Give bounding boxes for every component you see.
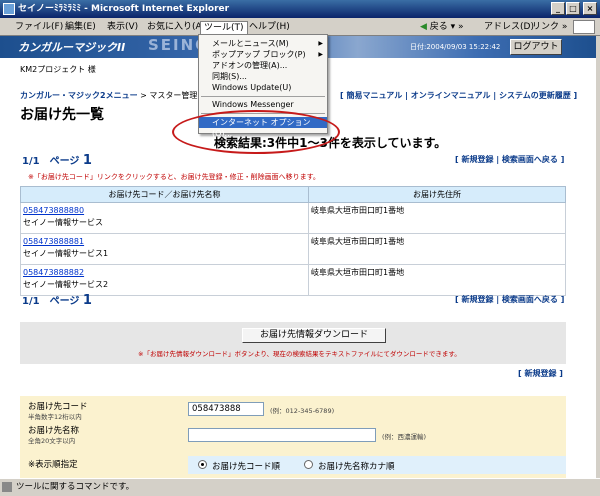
minimize-button[interactable]: _ bbox=[551, 2, 565, 15]
scrollbar[interactable] bbox=[596, 36, 600, 478]
delivery-table: お届け先コード／お届け先名称 お届け先住所 058473888880 セイノー情報… bbox=[20, 186, 566, 296]
menu-separator bbox=[201, 96, 325, 97]
submenu-arrow-icon: ▶ bbox=[318, 40, 323, 47]
name-input[interactable] bbox=[188, 428, 376, 442]
delivery-code-link[interactable]: 058473888881 bbox=[23, 237, 84, 246]
menu-windows-update[interactable]: Windows Update(U) bbox=[199, 82, 327, 93]
menu-favorites[interactable]: お気に入り(A) bbox=[144, 21, 208, 34]
sort-by-kana-radio[interactable] bbox=[304, 460, 313, 469]
sort-options: お届け先コード順 お届け先名称カナ順 bbox=[188, 456, 566, 474]
register-search-links-bottom[interactable]: [ 新規登録 | 検索画面へ戻る ] bbox=[455, 294, 564, 305]
logout-button[interactable]: ログアウト bbox=[510, 39, 562, 55]
back-arrow-icon: ◀ bbox=[420, 22, 427, 32]
menu-tools[interactable]: ツール(T) bbox=[200, 21, 248, 34]
code-hint: 半角数字12桁以内 bbox=[28, 413, 82, 421]
download-button[interactable]: お届け先情報ダウンロード bbox=[242, 328, 386, 343]
company-name: KM2プロジェクト 様 bbox=[20, 65, 96, 74]
status-bar: ツールに関するコマンドです。 bbox=[0, 478, 600, 496]
address-label[interactable]: アドレス(D) bbox=[484, 20, 534, 34]
highlight-ellipse bbox=[172, 110, 340, 154]
window-titlebar: セイノーﾐﾗﾐﾗﾐﾐ - Microsoft Internet Explorer bbox=[0, 0, 600, 18]
register-search-links-top[interactable]: [ 新規登録 | 検索画面へ戻る ] bbox=[455, 154, 564, 165]
table-row: 058473888880 セイノー情報サービス 岐阜県大垣市田口町1番地 bbox=[20, 202, 566, 234]
status-page-icon bbox=[2, 482, 12, 492]
column-header-code-name: お届け先コード／お届け先名称 bbox=[20, 186, 309, 203]
close-button[interactable]: × bbox=[583, 2, 597, 15]
delivery-name: セイノー情報サービス2 bbox=[23, 280, 109, 289]
table-row: 058473888882 セイノー情報サービス2 岐阜県大垣市田口町1番地 bbox=[20, 264, 566, 296]
windows-logo-icon bbox=[573, 20, 595, 34]
sort-by-code-label: お届け先コード順 bbox=[212, 462, 281, 472]
name-hint: 全角20文字以内 bbox=[28, 437, 76, 445]
submenu-arrow-icon: ▶ bbox=[318, 51, 323, 58]
menu-mail-news[interactable]: メールとニュース(M) ▶ bbox=[199, 38, 327, 49]
datetime: 日付:2004/09/03 15:22:42 bbox=[410, 43, 501, 51]
menu-edit[interactable]: 編集(E) bbox=[62, 21, 99, 34]
help-links[interactable]: [ 簡易マニュアル | オンラインマニュアル | システムの更新履歴 ] bbox=[340, 90, 577, 101]
maximize-button[interactable]: □ bbox=[566, 2, 580, 15]
ie-icon bbox=[3, 3, 15, 15]
sort-by-kana-label: お届け先名称カナ順 bbox=[318, 462, 395, 472]
menu-addons[interactable]: アドオンの管理(A)... bbox=[199, 60, 327, 71]
pager-top: 1/1 ページ 1 bbox=[22, 153, 92, 168]
delivery-code-link[interactable]: 058473888882 bbox=[23, 268, 84, 277]
window-title: セイノーﾐﾗﾐﾗﾐﾐ - Microsoft Internet Explorer bbox=[18, 4, 230, 14]
search-form: お届け先コード 半角数字12桁以内 058473888 (例：012-345-6… bbox=[20, 396, 566, 478]
table-row: 058473888881 セイノー情報サービス1 岐阜県大垣市田口町1番地 bbox=[20, 233, 566, 265]
links-label[interactable]: リンク » bbox=[532, 20, 567, 34]
menu-windows-messenger[interactable]: Windows Messenger bbox=[199, 99, 327, 110]
menu-view[interactable]: 表示(V) bbox=[104, 21, 141, 34]
breadcrumb-current: マスター管理 bbox=[149, 91, 198, 100]
menu-file[interactable]: ファイル(F) bbox=[12, 21, 66, 34]
menu-popup-blocker[interactable]: ポップアップ ブロック(P) ▶ bbox=[199, 49, 327, 60]
code-input[interactable]: 058473888 bbox=[188, 402, 264, 416]
menu-help[interactable]: ヘルプ(H) bbox=[246, 21, 293, 34]
column-header-address: お届け先住所 bbox=[308, 186, 566, 203]
pager-page-link[interactable]: 1 bbox=[83, 153, 92, 168]
code-example: (例：012-345-6789) bbox=[270, 407, 335, 415]
back-button[interactable]: ◀ 戻る ▾ » bbox=[420, 20, 464, 34]
delivery-address: 岐阜県大垣市田口町1番地 bbox=[308, 233, 566, 265]
register-link[interactable]: [ 新規登録 ] bbox=[518, 368, 563, 379]
app-logo: カンガルーマジックII bbox=[18, 41, 126, 54]
breadcrumb-menu-link[interactable]: カンガルー・マジック2メニュー bbox=[20, 91, 138, 100]
code-link-note: ※「お届け先コード」リンクをクリックすると、お届け先登録・修正・削除画面へ移りま… bbox=[28, 173, 320, 181]
menu-sync[interactable]: 同期(S)... bbox=[199, 71, 327, 82]
delivery-code-link[interactable]: 058473888880 bbox=[23, 206, 84, 215]
status-text: ツールに関するコマンドです。 bbox=[16, 482, 135, 492]
page-title: お届け先一覧 bbox=[20, 107, 104, 123]
pager-page-link[interactable]: 1 bbox=[83, 293, 92, 308]
delivery-address: 岐阜県大垣市田口町1番地 bbox=[308, 202, 566, 234]
delivery-name: セイノー情報サービス bbox=[23, 218, 103, 227]
sort-by-code-radio[interactable] bbox=[198, 460, 207, 469]
delivery-name: セイノー情報サービス1 bbox=[23, 249, 109, 258]
breadcrumb: カンガルー・マジック2メニュー > マスター管理 bbox=[20, 91, 198, 100]
pager-bottom: 1/1 ページ 1 bbox=[22, 293, 92, 308]
delivery-address: 岐阜県大垣市田口町1番地 bbox=[308, 264, 566, 296]
sort-label: ※表示順指定 bbox=[28, 460, 78, 470]
download-panel: お届け先情報ダウンロード ※「お届け先情報ダウンロード」ボタンより、現在の検索結… bbox=[20, 322, 566, 364]
name-example: (例：西濃運輸) bbox=[382, 433, 427, 441]
table-header-row: お届け先コード／お届け先名称 お届け先住所 bbox=[20, 186, 566, 203]
download-note: ※「お届け先情報ダウンロード」ボタンより、現在の検索結果をテキストファイルにてダ… bbox=[138, 350, 461, 358]
